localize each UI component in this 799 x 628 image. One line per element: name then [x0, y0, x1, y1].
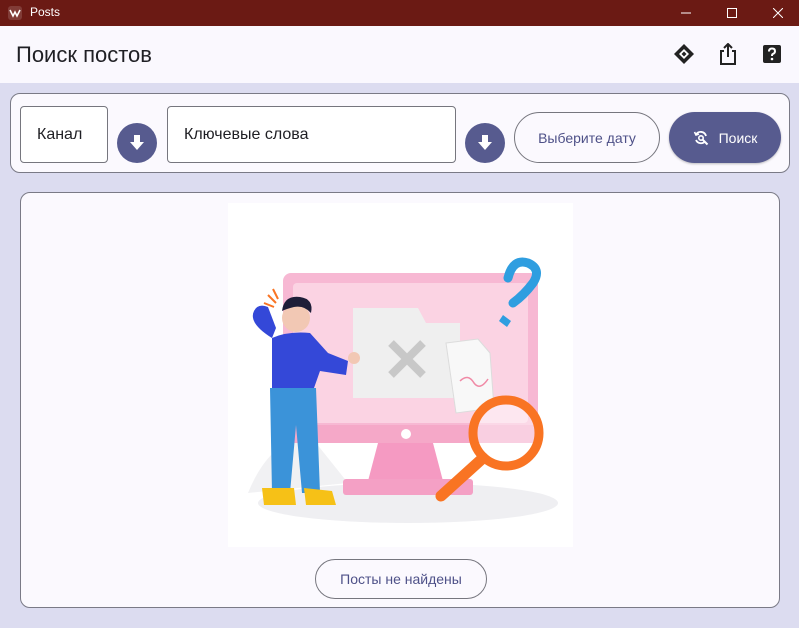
maximize-icon	[727, 8, 737, 18]
app-bar: Поиск постов	[0, 26, 799, 83]
window-titlebar: Posts	[0, 0, 799, 26]
keywords-field[interactable]: Ключевые слова	[167, 106, 456, 163]
share-icon	[720, 43, 736, 65]
minimize-icon	[681, 12, 691, 14]
help-button[interactable]	[760, 42, 784, 66]
help-icon	[763, 45, 781, 63]
page-title: Поиск постов	[16, 42, 152, 67]
refresh-search-icon	[693, 130, 708, 145]
keywords-dropdown-button[interactable]	[465, 123, 505, 163]
arrow-down-icon	[478, 135, 492, 150]
diamond-button[interactable]	[672, 42, 696, 66]
results-panel: Посты не найдены	[20, 192, 780, 608]
select-date-button[interactable]: Выберите дату	[514, 112, 660, 163]
channel-dropdown-button[interactable]	[117, 123, 157, 163]
channel-field-label: Канал	[37, 126, 83, 143]
app-logo-icon	[8, 6, 22, 20]
close-icon	[773, 8, 783, 18]
search-button-label: Поиск	[718, 129, 758, 146]
share-button[interactable]	[716, 42, 740, 66]
diamond-icon	[674, 44, 694, 64]
minimize-button[interactable]	[663, 0, 709, 26]
close-button[interactable]	[755, 0, 799, 26]
search-button[interactable]: Поиск	[669, 112, 781, 163]
arrow-down-icon	[130, 135, 144, 150]
no-posts-found-label: Посты не найдены	[340, 571, 462, 587]
channel-field[interactable]: Канал	[20, 106, 108, 163]
no-results-illustration	[228, 203, 573, 547]
window-title: Posts	[30, 5, 61, 19]
select-date-label: Выберите дату	[538, 129, 636, 146]
maximize-button[interactable]	[709, 0, 755, 26]
search-panel: Канал Ключевые слова Выберите дату Поиск	[10, 93, 790, 173]
keywords-field-label: Ключевые слова	[184, 126, 309, 143]
no-posts-found-button[interactable]: Посты не найдены	[315, 559, 487, 599]
